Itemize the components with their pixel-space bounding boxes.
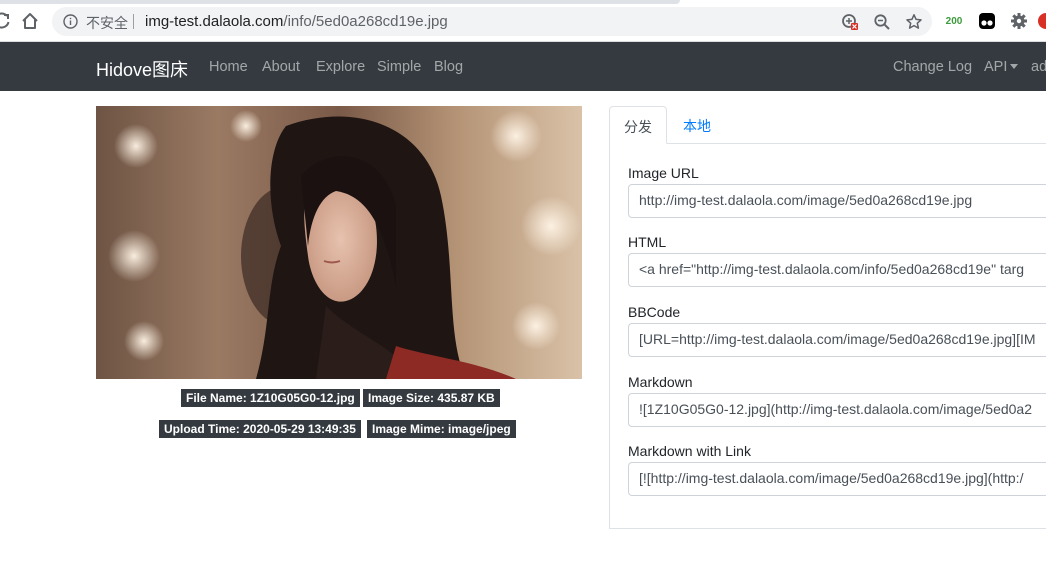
tampermonkey-icon[interactable]	[977, 11, 997, 31]
nav-link-user[interactable]: ad	[1031, 59, 1046, 75]
uploaded-image-preview[interactable]	[96, 106, 582, 379]
image-size-badge: Image Size: 435.87 KB	[363, 389, 500, 407]
nav-link-simple[interactable]: Simple	[377, 59, 421, 75]
bookmark-star-icon[interactable]	[904, 12, 924, 32]
url-host: img-test.dalaola.com	[145, 13, 284, 30]
nav-link-blog[interactable]: Blog	[434, 59, 463, 75]
profile-avatar-icon[interactable]	[1036, 11, 1046, 31]
info-icon[interactable]	[63, 14, 78, 29]
chevron-down-icon	[1010, 63, 1019, 69]
tab-local[interactable]: 本地	[669, 106, 725, 144]
nav-link-home[interactable]: Home	[209, 59, 248, 75]
markdown-with-link-field[interactable]: [![http://img-test.dalaola.com/image/5ed…	[628, 462, 1046, 496]
home-icon[interactable]	[20, 11, 40, 31]
omnibox-divider	[133, 14, 134, 29]
tab-distribute[interactable]: 分发	[609, 106, 667, 144]
settings-gear-icon[interactable]	[1009, 11, 1029, 31]
address-bar[interactable]: 不安全 img-test.dalaola.com/info/5ed0a268cd…	[52, 7, 932, 36]
nav-link-about[interactable]: About	[262, 59, 300, 75]
bbcode-label: BBCode	[628, 304, 681, 320]
markdown-label: Markdown	[628, 374, 693, 390]
image-url-label: Image URL	[628, 165, 699, 181]
url-path: /info/5ed0a268cd19e.jpg	[283, 13, 448, 30]
html-label: HTML	[628, 234, 667, 250]
extension-200-icon[interactable]: 200	[944, 11, 964, 31]
nav-link-explore[interactable]: Explore	[316, 59, 365, 75]
zoom-icon[interactable]	[872, 12, 892, 32]
image-mime-badge: Image Mime: image/jpeg	[367, 420, 516, 438]
extension-badge-text: 200	[945, 15, 963, 27]
html-code-field[interactable]: <a href="http://img-test.dalaola.com/inf…	[628, 253, 1046, 287]
nav-dropdown-api[interactable]: API	[984, 59, 1019, 75]
file-name-badge: File Name: 1Z10G05G0-12.jpg	[181, 389, 360, 407]
upload-time-badge: Upload Time: 2020-05-29 13:49:35	[159, 420, 361, 438]
markdown-with-link-label: Markdown with Link	[628, 443, 751, 459]
nav-dropdown-api-label: API	[984, 59, 1008, 75]
nav-link-change-log[interactable]: Change Log	[893, 59, 972, 75]
reload-icon[interactable]	[0, 11, 12, 31]
site-brand[interactable]: Hidove图床	[96, 56, 188, 82]
image-url-field[interactable]: http://img-test.dalaola.com/image/5ed0a2…	[628, 184, 1046, 218]
browser-toolbar: 不安全 img-test.dalaola.com/info/5ed0a268cd…	[0, 0, 1046, 42]
tab-strip-edge	[0, 0, 680, 4]
site-navbar: Hidove图床 Home About Explore Simple Blog …	[0, 42, 1046, 91]
bbcode-field[interactable]: [URL=http://img-test.dalaola.com/image/5…	[628, 323, 1046, 357]
url-text[interactable]: img-test.dalaola.com/info/5ed0a268cd19e.…	[145, 13, 448, 30]
blocked-content-icon[interactable]	[840, 12, 860, 32]
security-label[interactable]: 不安全	[86, 13, 128, 33]
markdown-field[interactable]: ![1Z10G05G0-12.jpg](http://img-test.dala…	[628, 393, 1046, 427]
